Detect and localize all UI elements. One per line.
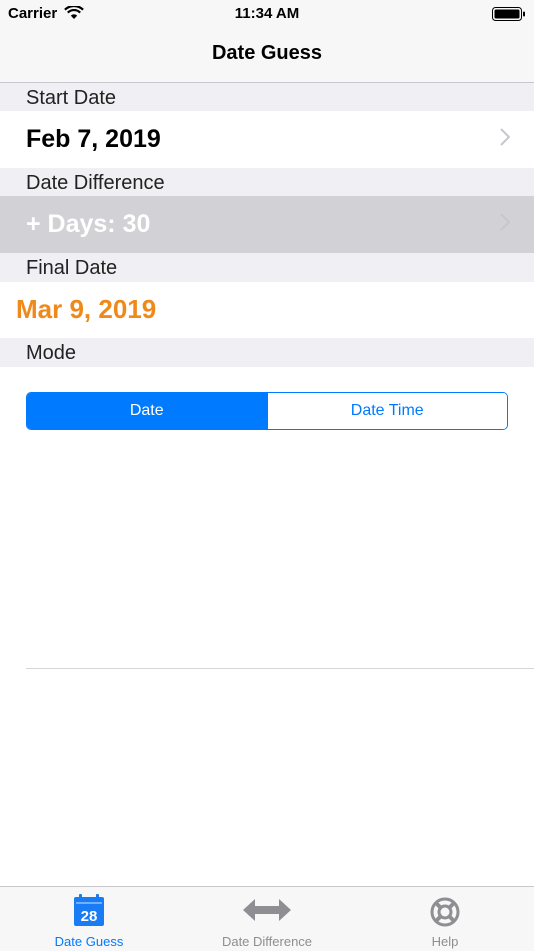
tab-label: Date Difference	[221, 934, 313, 949]
start-date-value: Feb 7, 2019	[26, 125, 161, 153]
page-title: Date Guess	[211, 42, 323, 64]
calendar-icon: 28	[74, 894, 104, 926]
final-date-row: Mar 9, 2019	[0, 282, 534, 338]
battery-icon	[492, 7, 525, 21]
start-date-header: Start Date	[0, 83, 534, 111]
separator-line	[26, 668, 534, 669]
date-difference-header: Date Difference	[0, 168, 534, 196]
chevron-right-icon	[500, 128, 510, 146]
mode-date-time-segment[interactable]: Date Time	[267, 393, 507, 429]
double-arrow-icon	[243, 899, 291, 921]
final-date-value: Mar 9, 2019	[16, 294, 157, 324]
final-date-header-label: Final Date	[26, 257, 118, 279]
chevron-right-icon	[500, 213, 510, 231]
tab-label: Help	[431, 934, 459, 949]
clock: 11:34 AM	[234, 5, 300, 22]
start-date-row[interactable]: Feb 7, 2019	[0, 111, 534, 168]
final-date-header: Final Date	[0, 253, 534, 282]
tab-date-guess[interactable]: 28 Date Guess	[0, 887, 178, 951]
date-difference-value: + Days: 30	[26, 210, 151, 238]
start-date-header-label: Start Date	[26, 87, 117, 109]
mode-date-segment[interactable]: Date	[27, 393, 267, 429]
calendar-icon-number: 28	[81, 908, 98, 925]
mode-segmented-control: Date Date Time	[26, 392, 508, 430]
mode-header-label: Mode	[26, 342, 77, 364]
tab-date-difference[interactable]: Date Difference	[178, 887, 356, 951]
navigation-bar: Date Guess	[0, 28, 534, 83]
mode-header: Mode	[0, 338, 534, 367]
status-bar: Carrier 11:34 AM	[0, 0, 534, 28]
date-difference-header-label: Date Difference	[26, 172, 165, 194]
tab-bar: 28 Date Guess Date Difference Help	[0, 886, 534, 951]
tab-label: Date Guess	[54, 934, 124, 949]
date-difference-row[interactable]: + Days: 30	[0, 196, 534, 253]
lifebuoy-icon	[430, 897, 460, 927]
tab-help[interactable]: Help	[356, 887, 534, 951]
